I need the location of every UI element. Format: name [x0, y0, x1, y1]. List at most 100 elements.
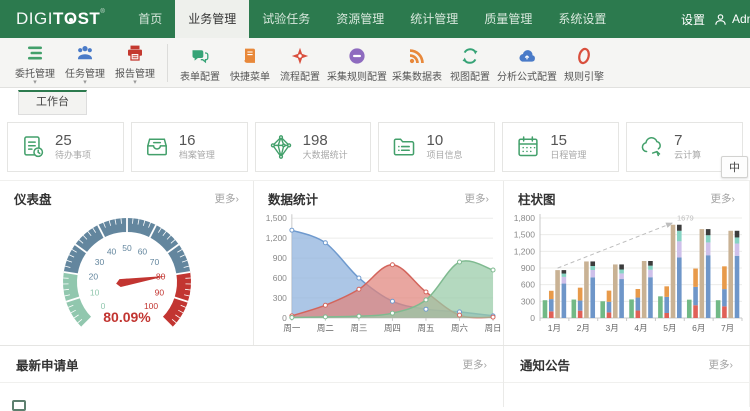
card-schedule[interactable]: 15日程管理	[502, 122, 619, 172]
toolbar-item-collection-rules[interactable]: 采集规则配置	[325, 43, 389, 83]
menu-item-system[interactable]: 系统设置	[545, 0, 619, 38]
area-chart: 03006009001,2001,500周一周二周三周四周五周六周日	[254, 208, 503, 342]
area-more-link[interactable]: 更多›	[465, 191, 490, 206]
network-icon	[268, 134, 294, 160]
svg-text:60: 60	[137, 247, 147, 257]
svg-text:2月: 2月	[577, 323, 590, 333]
toolbar-item-quick-menu[interactable]: 快捷菜单	[225, 43, 275, 83]
card-archives[interactable]: 16档案管理	[131, 122, 248, 172]
svg-text:900: 900	[273, 253, 287, 263]
card-label: 日程管理	[550, 151, 586, 160]
cloud-compute-icon	[639, 134, 665, 160]
chevron-down-icon: ▾	[33, 80, 37, 86]
document-clock-icon	[20, 134, 46, 160]
svg-text:周六: 周六	[451, 323, 468, 333]
refresh-icon	[460, 46, 480, 66]
notices-more-link[interactable]: 更多›	[709, 357, 734, 372]
svg-text:1,800: 1,800	[514, 213, 536, 223]
svg-text:7月: 7月	[721, 323, 734, 333]
cloud-icon	[517, 46, 537, 66]
ring-icon	[574, 46, 594, 66]
logo-text: DIGI	[16, 9, 53, 28]
bar-more-link[interactable]: 更多›	[711, 191, 736, 206]
svg-text:20: 20	[88, 272, 98, 282]
bar-chart-panel: 柱状图更多› 03006009001,2001,5001,8001月2月3月4月…	[504, 181, 750, 345]
card-projects[interactable]: 10 项目信息	[378, 122, 495, 172]
card-label: 大数据统计	[303, 151, 348, 160]
requests-panel-title: 最新申请单	[16, 355, 79, 374]
ime-indicator[interactable]: 中	[721, 156, 748, 178]
toolbar-item-process-config[interactable]: 流程配置	[275, 43, 325, 83]
svg-text:1,200: 1,200	[514, 246, 536, 256]
svg-text:0: 0	[282, 313, 287, 323]
bar-panel-title: 柱状图	[518, 189, 556, 208]
menu-item-home[interactable]: 首页	[125, 0, 175, 38]
menu-item-quality[interactable]: 质量管理	[471, 0, 545, 38]
svg-text:300: 300	[273, 293, 287, 303]
svg-text:600: 600	[521, 280, 535, 290]
svg-text:30: 30	[94, 257, 104, 267]
svg-text:1月: 1月	[548, 323, 561, 333]
card-todo[interactable]: 25待办事项	[7, 122, 124, 172]
tab-bar: 工作台	[0, 88, 750, 116]
svg-text:600: 600	[273, 273, 287, 283]
menu-item-test-tasks[interactable]: 试验任务	[249, 0, 323, 38]
svg-text:40: 40	[106, 247, 116, 257]
toolbar-label: 任务管理	[65, 65, 105, 80]
menu-item-resources[interactable]: 资源管理	[323, 0, 397, 38]
toolbar-item-formula-config[interactable]: 分析公式配置	[495, 43, 559, 83]
minus-circle-icon	[347, 46, 367, 66]
toolbar-label: 快捷菜单	[230, 68, 270, 83]
svg-text:1,200: 1,200	[266, 233, 287, 243]
svg-text:50: 50	[122, 243, 132, 253]
user-menu[interactable]: Admin	[714, 12, 750, 26]
requests-more-link[interactable]: 更多›	[463, 357, 488, 372]
gauge-chart: 010203040506070809010080.09%	[0, 208, 253, 344]
gauge-more-link[interactable]: 更多›	[215, 191, 240, 206]
chevron-down-icon: ▾	[83, 80, 87, 86]
calendar-icon	[515, 134, 541, 160]
logo-text: ST	[78, 9, 101, 28]
notices-panel: 通知公告更多›	[504, 346, 750, 407]
toolbar-label: 委托管理	[15, 65, 55, 80]
toolbar-item-collection-tables[interactable]: 采集数据表	[389, 43, 445, 83]
toolbar-label: 流程配置	[280, 68, 320, 83]
toolbar-item-tasks[interactable]: 任务管理 ▾	[60, 40, 110, 86]
logo-o-glyph: O	[64, 9, 78, 29]
stat-cards-row: 25待办事项 16档案管理 198大数据统计 10项目信息 15日程管理 7云计…	[7, 122, 743, 172]
toolbar-item-rules-engine[interactable]: 规则引擎	[559, 43, 609, 83]
svg-text:5月: 5月	[663, 323, 676, 333]
chat-icon	[190, 46, 210, 66]
logo-text: T	[53, 9, 64, 28]
svg-text:周二: 周二	[317, 323, 334, 333]
app-logo: DIGITOST®	[16, 9, 105, 29]
top-navbar: DIGITOST® 首页 业务管理 试验任务 资源管理 统计管理 质量管理 系统…	[0, 0, 750, 38]
printer-icon	[125, 43, 145, 63]
toolbar-label: 表单配置	[180, 68, 220, 83]
settings-link[interactable]: 设置	[681, 11, 705, 28]
menu-item-business[interactable]: 业务管理	[175, 0, 249, 38]
card-bigdata[interactable]: 198大数据统计	[255, 122, 372, 172]
svg-text:6月: 6月	[692, 323, 705, 333]
card-value: 10	[426, 133, 462, 149]
toolbar-label: 视图配置	[450, 68, 490, 83]
toolbar-item-reports[interactable]: 报告管理 ▾	[110, 40, 160, 86]
svg-text:周一: 周一	[283, 323, 300, 333]
tab-workbench[interactable]: 工作台	[18, 90, 87, 115]
card-label: 项目信息	[426, 151, 462, 160]
toolbar-item-entrust[interactable]: 委托管理 ▾	[10, 40, 60, 86]
toolbar-item-view-config[interactable]: 视图配置	[445, 43, 495, 83]
list-icon	[25, 43, 45, 63]
toolbar-item-form-config[interactable]: 表单配置	[175, 43, 225, 83]
archive-icon	[144, 134, 170, 160]
svg-text:周五: 周五	[418, 323, 435, 333]
toolbar-label: 采集数据表	[392, 68, 442, 83]
ribbon-toolbar: 委托管理 ▾ 任务管理 ▾ 报告管理 ▾ 表单配置 快捷菜单 流程配置 采集规则…	[0, 38, 750, 88]
svg-text:3月: 3月	[606, 323, 619, 333]
toolbar-label: 分析公式配置	[497, 68, 557, 83]
svg-text:周三: 周三	[350, 323, 367, 333]
toolbar-label: 采集规则配置	[327, 68, 387, 83]
card-label: 云计算	[674, 151, 701, 160]
menu-item-statistics[interactable]: 统计管理	[397, 0, 471, 38]
svg-text:0: 0	[530, 313, 535, 323]
